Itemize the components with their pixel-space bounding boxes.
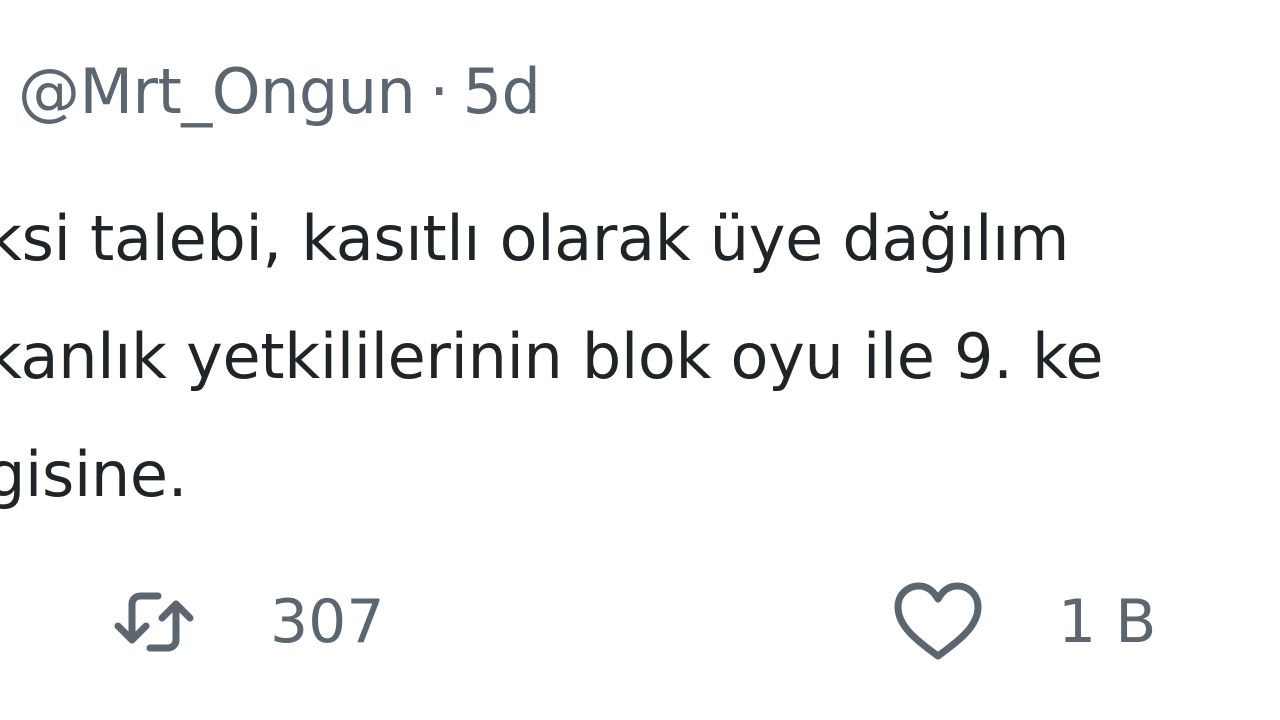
tweet-text-line: ksi talebi, kasıtlı olarak üye dağılım xyxy=(0,202,1070,275)
heart-icon xyxy=(888,572,988,672)
retweet-icon xyxy=(104,572,204,672)
tweet-text-line: gisine. xyxy=(0,438,188,511)
tweet-timestamp[interactable]: 5d xyxy=(463,55,541,128)
tweet-text: ksi talebi, kasıtlı olarak üye dağılım k… xyxy=(0,180,1104,534)
retweet-count: 307 xyxy=(270,587,385,657)
like-button[interactable]: 1 B xyxy=(888,572,1156,672)
like-count: 1 B xyxy=(1058,587,1157,657)
tweet-text-line: kanlık yetkililerinin blok oyu ile 9. ke xyxy=(0,320,1104,393)
author-handle[interactable]: @Mrt_Ongun xyxy=(18,55,416,128)
tweet-meta: @Mrt_Ongun · 5d xyxy=(18,52,541,132)
tweet-card[interactable]: @Mrt_Ongun · 5d ksi talebi, kasıtlı olarak… xyxy=(0,0,1280,720)
retweet-button[interactable]: 307 xyxy=(104,572,385,672)
tweet-actions: 307 1 B xyxy=(0,572,1280,672)
meta-separator: · xyxy=(429,55,449,128)
